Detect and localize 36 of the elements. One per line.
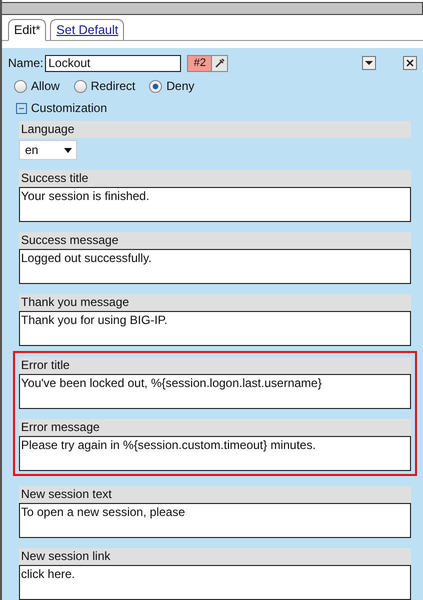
field-label: New session text — [19, 486, 411, 503]
text-area[interactable]: Logged out successfully. — [19, 249, 411, 284]
text-area[interactable]: Your session is finished. — [19, 187, 411, 222]
field-label: Thank you message — [19, 294, 411, 311]
eyedropper-icon — [214, 57, 226, 69]
radio-icon[interactable] — [149, 80, 162, 92]
tab[interactable]: Set Default — [50, 19, 124, 40]
language-select[interactable]: en — [19, 140, 77, 160]
text-area[interactable]: To open a new session, please — [19, 503, 411, 538]
text-area[interactable]: You've been locked out, %{session.logon.last.username} — [19, 374, 411, 409]
section-title: Customization — [31, 101, 108, 115]
tab[interactable]: Edit* — [8, 19, 46, 41]
name-field[interactable]: Lockout — [45, 54, 182, 72]
text-area[interactable]: Please try again in %{session.custom.timeout} minutes. — [19, 436, 411, 471]
field-label: Error title — [19, 357, 411, 374]
radio-option[interactable]: Deny — [149, 79, 194, 93]
radio-option[interactable]: Redirect — [74, 79, 136, 93]
eyedropper-button[interactable] — [211, 54, 228, 72]
color-badge: #2 — [187, 54, 212, 72]
radio-icon[interactable] — [14, 80, 27, 92]
close-button[interactable] — [403, 56, 417, 70]
close-icon — [406, 59, 414, 67]
caret-icon — [64, 148, 72, 152]
caret-icon — [365, 60, 373, 66]
text-area[interactable]: click here. — [19, 565, 411, 600]
dropdown-button[interactable] — [362, 56, 376, 70]
field-label: New session link — [19, 548, 411, 565]
text-area[interactable]: Thank you for using BIG-IP. — [19, 311, 411, 346]
collapse-icon[interactable] — [16, 102, 27, 114]
field-label: Success title — [19, 170, 411, 187]
field-label: Error message — [19, 419, 411, 436]
field-label: Language — [19, 121, 411, 138]
radio-option[interactable]: Allow — [14, 79, 60, 93]
field-label: Success message — [19, 232, 411, 249]
radio-icon[interactable] — [74, 80, 87, 92]
name-label: Name: — [8, 56, 44, 70]
